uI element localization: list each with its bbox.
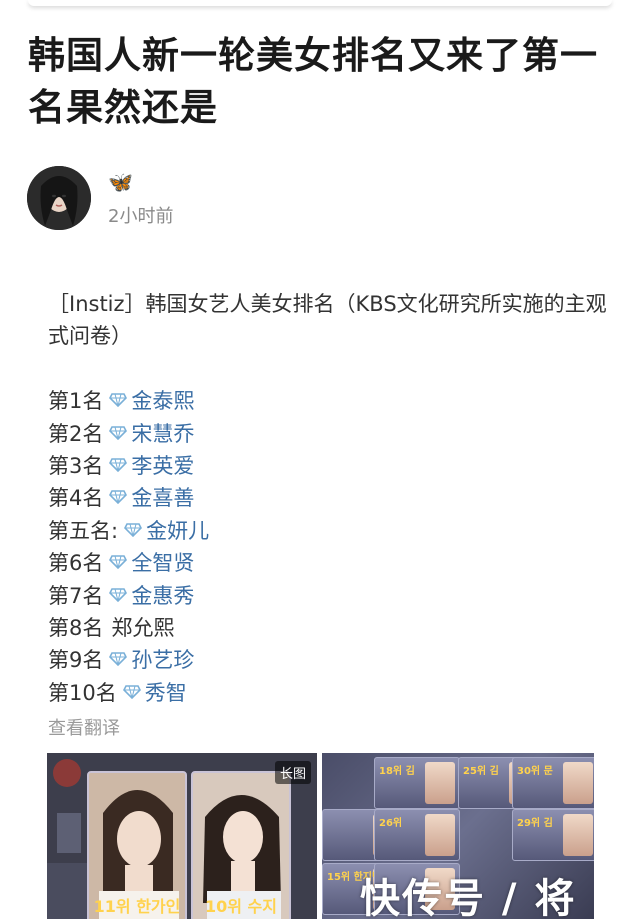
rank-thumbnail: 29위 김	[512, 809, 594, 861]
gem-icon	[122, 684, 141, 699]
gem-icon	[109, 393, 128, 408]
ranking-label: 第6名	[48, 551, 104, 576]
ranking-label: 第3名	[48, 453, 104, 478]
gem-icon	[124, 522, 143, 537]
rank-caption-10: 10위 수지	[205, 897, 277, 916]
ranking-item: 第8名 郑允熙	[48, 611, 209, 643]
rank-thumbnail: 18위 김	[374, 757, 460, 809]
thumbnail-label: 26위	[379, 818, 403, 829]
ranking-name[interactable]: 宋慧乔	[131, 418, 194, 448]
ranking-name[interactable]: 全智贤	[131, 547, 194, 577]
author-name-emoji[interactable]: 🦋	[108, 170, 133, 194]
thumbnail-label: 29위 김	[517, 818, 553, 829]
ranking-label: 第五名:	[48, 518, 119, 543]
ranking-item: 第3名 李英爱	[48, 449, 209, 481]
long-image-badge: 长图	[274, 761, 311, 784]
ranking-name[interactable]: 李英爱	[131, 450, 194, 480]
rank-caption-11: 11위 한가인	[93, 897, 181, 916]
source-watermark: 快传号 / 将	[360, 876, 577, 922]
ranking-label: 第7名	[48, 583, 104, 608]
ranking-label: 第1名	[48, 389, 104, 414]
gem-icon	[109, 458, 128, 472]
author-avatar[interactable]	[27, 166, 91, 230]
ranking-name[interactable]: 金妍儿	[146, 515, 209, 545]
ranking-label: 第10名	[48, 680, 117, 705]
ranking-label: 第4名	[48, 486, 104, 511]
thumbnail-label: 18위 김	[379, 766, 415, 777]
gem-icon	[109, 555, 128, 570]
ranking-label: 第2名	[48, 421, 104, 446]
top-card-edge	[28, 0, 612, 6]
translate-link[interactable]: 查看翻译	[48, 714, 120, 740]
ranking-name: 郑允熙	[111, 615, 175, 640]
gem-icon	[109, 587, 128, 602]
ranking-label: 第9名	[48, 648, 104, 673]
ranking-item: 第4名 金喜善	[48, 481, 209, 513]
ranking-item: 第6名 全智贤	[48, 546, 209, 578]
post-time: 2小时前	[108, 206, 174, 227]
rank-card-10: 10위 수지	[191, 771, 291, 919]
ranking-list: 第1名 金泰熙 第2名 宋慧乔 第3名 李英爱 第4名 金喜善 第五名: 金妍儿 第6名 全智贤 第7名…	[48, 384, 209, 708]
ranking-name[interactable]: 孙艺珍	[131, 644, 194, 674]
ranking-item: 第2名 宋慧乔	[48, 416, 209, 448]
portrait-image	[563, 814, 593, 856]
ranking-name[interactable]: 金惠秀	[131, 580, 194, 610]
rank-thumbnail: 26위	[374, 809, 460, 861]
ranking-label: 第8名	[48, 615, 104, 640]
ranking-name[interactable]: 金喜善	[131, 482, 194, 512]
portrait-image	[425, 814, 455, 856]
thumbnail-label: 30위 문	[517, 766, 553, 777]
article-intro: ［Instiz］韩国女艺人美女排名（KBS文化研究所实施的主观式问卷）	[48, 292, 607, 348]
gem-icon	[109, 652, 128, 667]
article-title: 韩国人新一轮美女排名又来了第一名果然还是	[28, 34, 598, 129]
ranking-name[interactable]: 秀智	[145, 677, 187, 707]
rank-card-11: 11위 한가인	[87, 771, 187, 919]
gem-icon	[109, 490, 128, 505]
thumbnail-label: 25위 김	[463, 766, 499, 777]
long-image-left[interactable]: 11위 한가인 10위 수지 长图	[47, 753, 317, 919]
ranking-item: 第9名 孙艺珍	[48, 643, 209, 675]
ranking-name[interactable]: 金泰熙	[131, 385, 194, 415]
ranking-item: 第7名 金惠秀	[48, 578, 209, 610]
ranking-item: 第五名: 金妍儿	[48, 514, 209, 546]
portrait-image	[563, 762, 593, 804]
gem-icon	[109, 425, 128, 440]
rank-thumbnail: 30위 문	[512, 757, 594, 809]
portrait-image	[425, 762, 455, 804]
ranking-item: 第10名 秀智	[48, 676, 209, 708]
ranking-item: 第1名 金泰熙	[48, 384, 209, 416]
